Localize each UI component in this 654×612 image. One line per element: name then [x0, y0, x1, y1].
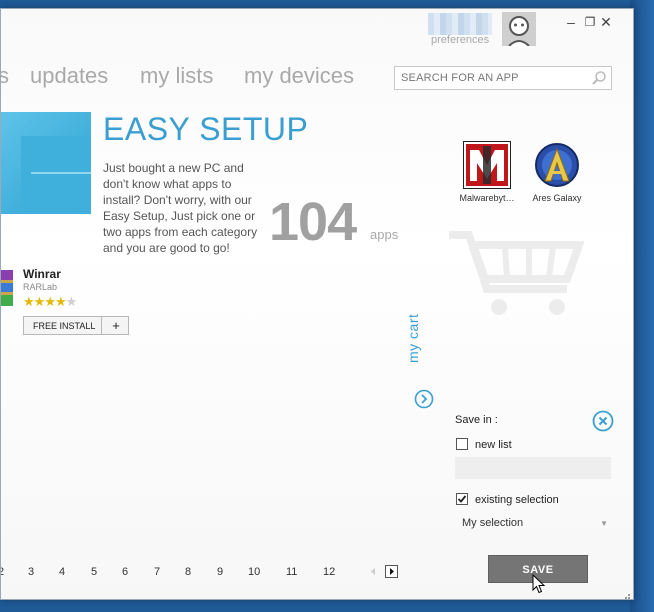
malwarebytes-icon	[463, 141, 511, 189]
page-link[interactable]: 7	[154, 566, 160, 578]
winrar-icon[interactable]	[1, 270, 13, 308]
chevron-right-icon[interactable]	[414, 389, 434, 409]
star-icon: ★	[23, 294, 35, 309]
maximize-button[interactable]: ❐	[583, 15, 597, 29]
cart-item-label: Malwarebyt…	[459, 193, 515, 203]
list-select[interactable]: My selection ▼	[455, 513, 611, 533]
save-in-label: Save in :	[455, 414, 498, 426]
nav-item-updates[interactable]: updates	[30, 63, 108, 89]
previous-page-icon[interactable]	[367, 565, 380, 578]
star-rating: ★★★★★	[23, 294, 78, 309]
cart-item[interactable]: Ares Galaxy	[522, 141, 592, 203]
star-empty-icon: ★	[65, 294, 78, 309]
app-window: preferences – ❐ ✕ s updates my lists my …	[0, 8, 634, 600]
search-input[interactable]: SEARCH FOR AN APP	[394, 66, 612, 90]
easy-setup-title[interactable]: EASY SETUP	[103, 111, 308, 148]
mouse-cursor-icon	[532, 574, 546, 594]
nav-item-my-lists[interactable]: my lists	[140, 63, 213, 89]
page-link[interactable]: 11	[286, 566, 297, 578]
nav-item-my-devices[interactable]: my devices	[244, 63, 354, 89]
user-icon	[502, 12, 536, 47]
chevron-down-icon: ▼	[600, 519, 608, 528]
avatar[interactable]	[502, 12, 536, 47]
close-button[interactable]: ✕	[599, 15, 613, 29]
page-link[interactable]: 5	[91, 566, 97, 578]
app-count: 104	[269, 192, 357, 252]
easy-setup-banner-image	[1, 112, 91, 214]
list-select-value: My selection	[462, 517, 524, 529]
minimize-button[interactable]: –	[564, 15, 578, 29]
page-link[interactable]: 3	[28, 566, 34, 578]
new-list-label: new list	[475, 439, 512, 451]
page-link[interactable]: 12	[323, 566, 335, 578]
page-link[interactable]: 9	[217, 566, 223, 578]
app-publisher: RARLab	[23, 282, 58, 292]
new-list-checkbox[interactable]	[456, 438, 468, 450]
star-icon: ★	[33, 294, 46, 309]
existing-selection-checkbox[interactable]	[456, 493, 468, 505]
nav-item-apps[interactable]: s	[1, 63, 9, 89]
username-blurred	[428, 13, 492, 35]
star-icon: ★	[44, 294, 56, 309]
ares-galaxy-icon	[535, 143, 579, 187]
search-icon[interactable]	[591, 70, 607, 86]
free-install-label: FREE INSTALL	[33, 321, 96, 331]
resize-grip-icon[interactable]	[621, 593, 631, 600]
page-link[interactable]: 4	[59, 566, 65, 578]
page-link[interactable]: 10	[248, 566, 260, 578]
app-name[interactable]: Winrar	[23, 267, 61, 281]
page-link[interactable]: 6	[122, 566, 128, 578]
close-icon[interactable]	[592, 410, 614, 432]
existing-selection-label: existing selection	[475, 494, 559, 506]
cart-item-label: Ares Galaxy	[532, 193, 582, 203]
checkmark-icon	[457, 495, 467, 503]
page-link[interactable]: 2	[1, 566, 4, 578]
app-count-label: apps	[370, 227, 399, 242]
search-placeholder: SEARCH FOR AN APP	[401, 72, 519, 84]
cart-item[interactable]: Malwarebyt…	[452, 141, 522, 203]
preferences-link[interactable]: preferences	[431, 34, 489, 46]
next-page-icon[interactable]	[385, 565, 398, 578]
cart-background-icon	[449, 231, 585, 315]
page-link[interactable]: 8	[185, 566, 191, 578]
my-cart-label[interactable]: my cart	[405, 314, 421, 363]
new-list-name-input[interactable]	[455, 457, 611, 479]
free-install-button[interactable]: FREE INSTALL +	[23, 316, 129, 335]
star-icon: ★	[54, 294, 67, 309]
easy-setup-description: Just bought a new PC and don't know what…	[103, 161, 258, 255]
add-to-cart-button[interactable]: +	[101, 317, 130, 334]
